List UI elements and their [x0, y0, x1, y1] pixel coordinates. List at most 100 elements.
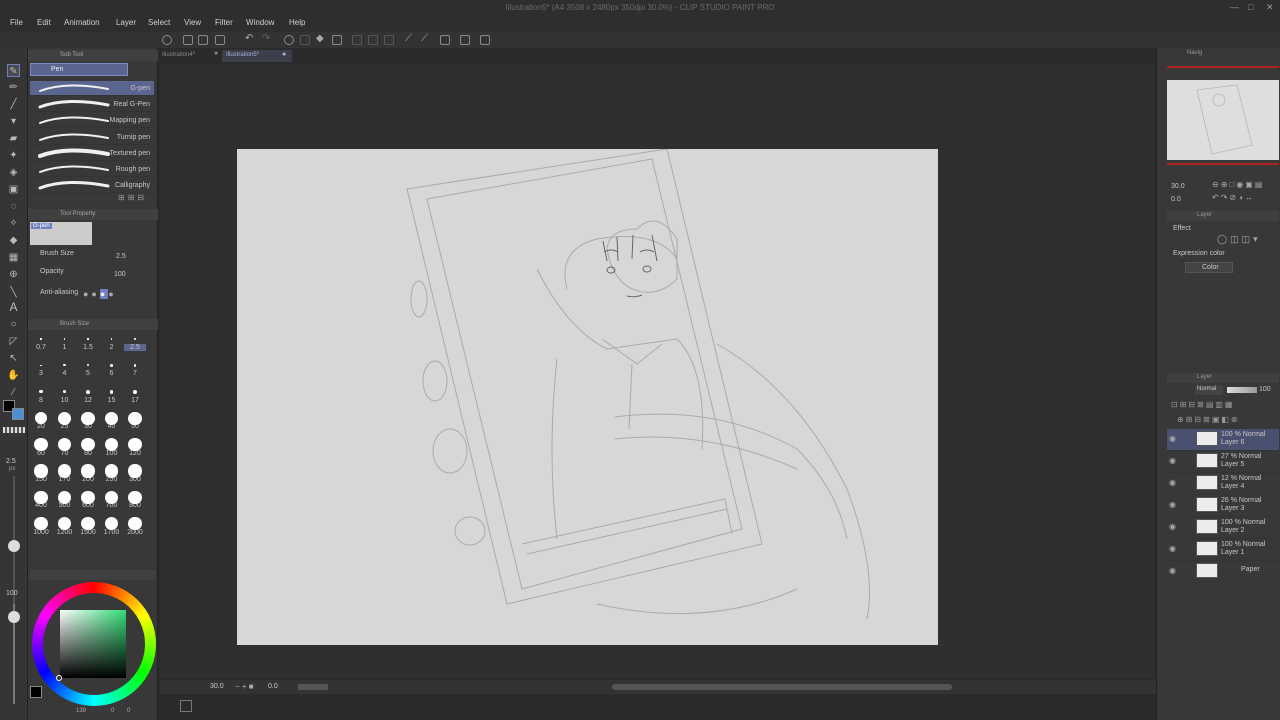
blend-tool-icon[interactable]: ◈ [7, 166, 20, 179]
brush-size-cell[interactable]: 1 [54, 344, 76, 351]
toggle-panel-icon[interactable] [180, 700, 192, 712]
eye-icon[interactable]: ◉ [1169, 566, 1176, 575]
brush-size-dot[interactable] [86, 364, 90, 367]
tab-close-icon[interactable]: ● [214, 50, 218, 57]
brush-size-dot[interactable] [39, 390, 43, 394]
pen-group-tab[interactable]: Pen [30, 63, 128, 76]
brush-item[interactable]: Calligraphy [30, 178, 154, 194]
brush-size-dot[interactable] [34, 438, 48, 452]
menu-select[interactable]: Select [148, 18, 170, 27]
horizontal-scrollbar[interactable] [612, 684, 952, 690]
new-icon[interactable] [183, 35, 193, 45]
brush-size-dot[interactable] [128, 464, 142, 478]
menu-filter[interactable]: Filter [215, 18, 233, 27]
save-icon[interactable] [215, 35, 225, 45]
brush-size-dot[interactable] [128, 490, 142, 504]
crop-icon[interactable] [384, 35, 394, 45]
brush-item[interactable]: G-pen [30, 81, 154, 96]
brush-size-dot[interactable] [128, 517, 142, 531]
navigator-zoom[interactable]: 30.0 [1171, 183, 1185, 190]
brush-size-cell[interactable]: 2 [101, 344, 123, 351]
brush-size-dot[interactable] [81, 438, 95, 452]
navigator-tab[interactable]: Navig [1187, 50, 1202, 56]
brush-size-dot[interactable] [57, 464, 72, 478]
menu-view[interactable]: View [184, 18, 201, 27]
menu-edit[interactable]: Edit [37, 18, 51, 27]
layer-actions-icons[interactable]: ⊕⊞⊟⊠▣◧⊗ [1177, 415, 1240, 424]
layer-row[interactable]: ◉ 26 % Normal Layer 3 [1167, 495, 1279, 517]
decoration-tool-icon[interactable]: ✦ [7, 149, 20, 162]
brush-size-cell[interactable]: 3 [30, 370, 52, 377]
brush-size-dot[interactable] [34, 464, 48, 478]
layer-row[interactable]: ◉ Paper [1167, 561, 1279, 583]
drawing-canvas[interactable] [237, 149, 938, 645]
brush-item[interactable]: Rough pen [30, 162, 154, 177]
lasso-tool-icon[interactable]: ◌ [7, 200, 20, 213]
brush-size-dot[interactable] [132, 389, 138, 394]
eye-icon[interactable]: ◉ [1169, 478, 1176, 487]
effect-icons[interactable]: ◯◫◫▾ [1217, 234, 1261, 245]
status-angle[interactable]: 0.0 [268, 683, 278, 690]
vertical-scrollbar[interactable] [1146, 64, 1154, 678]
zoom-tool-icon[interactable]: ⊕ [7, 268, 20, 281]
ellipse-tool-icon[interactable]: ○ [7, 318, 20, 331]
pencil-tool-icon[interactable]: ✏ [7, 81, 20, 94]
brush-size-dot[interactable] [81, 490, 95, 504]
layers-tab[interactable]: Layer [1197, 374, 1212, 380]
brush-size-cell[interactable]: 8 [30, 397, 52, 404]
brush-size-cell[interactable]: 20 [30, 423, 52, 430]
brush-size-dot[interactable] [109, 389, 114, 394]
brush-item[interactable]: Real G-Pen [30, 97, 154, 113]
brush-size-cell[interactable]: 10 [54, 397, 76, 404]
eye-icon[interactable]: ◉ [1169, 500, 1176, 509]
opacity-slider-thumb[interactable] [8, 611, 20, 623]
fill-tool-icon[interactable]: ◆ [7, 234, 20, 247]
layer-opacity-field[interactable]: 100 [1259, 386, 1271, 393]
opacity-field[interactable]: 100 [114, 271, 126, 278]
brush-size-cell[interactable]: 2.5 [124, 344, 146, 351]
brush-size-dot[interactable] [63, 364, 66, 367]
settings-icon[interactable] [480, 35, 490, 45]
navigator-rotate-controls[interactable]: ↶↷⊘◑↔ [1212, 193, 1255, 202]
brush-size-field[interactable]: 2.5 [116, 253, 126, 260]
eye-icon[interactable]: ◉ [1169, 434, 1176, 443]
brush-size-dot[interactable] [34, 517, 48, 531]
antialias-options[interactable]: ●●●● [83, 289, 117, 299]
selection-tool-icon[interactable]: ▣ [7, 183, 20, 196]
status-zoom[interactable]: 30.0 [210, 683, 224, 690]
angle-slider[interactable] [298, 684, 328, 690]
layer-row[interactable]: ◉ 27 % Normal Layer 5 [1167, 451, 1279, 473]
brush-size-dot[interactable] [63, 338, 66, 340]
brush-size-cell[interactable]: 5 [77, 370, 99, 377]
navigator-preview[interactable] [1167, 80, 1279, 160]
brush-size-cell[interactable]: 4 [54, 370, 76, 377]
brush-size-dot[interactable] [81, 464, 95, 478]
brush-size-dot[interactable] [87, 338, 89, 340]
blend-mode-select[interactable]: Normal [1195, 386, 1223, 395]
hand-tool-icon[interactable]: ✋ [7, 369, 20, 382]
text-tool-icon[interactable]: A [7, 301, 20, 314]
brush-size-dot[interactable] [34, 490, 48, 504]
tab-illustration4[interactable]: Illustration4* [158, 50, 218, 62]
tab-active-close-icon[interactable]: ● [282, 51, 286, 58]
brush-tool-icon[interactable]: ╱ [7, 98, 20, 111]
brush-size-dot[interactable] [134, 338, 136, 340]
expression-color-select[interactable]: Color [1185, 262, 1233, 273]
brush-size-dot[interactable] [133, 364, 137, 367]
brush-size-cell[interactable]: 0.7 [30, 344, 52, 351]
fill-icon[interactable]: ◆ [316, 33, 326, 44]
brush-size-dot[interactable] [57, 490, 72, 504]
color-picker-handle[interactable] [56, 675, 62, 681]
brush-size-cell[interactable]: 6 [101, 370, 123, 377]
brush-size-dot[interactable] [40, 338, 42, 340]
open-icon[interactable] [198, 35, 208, 45]
layer-row[interactable]: ◉ 100 % Normal Layer 2 [1167, 517, 1279, 539]
menu-animation[interactable]: Animation [64, 18, 100, 27]
brush-item[interactable]: Textured pen [30, 146, 154, 161]
brush-size-dot[interactable] [40, 364, 42, 367]
line-tool-icon[interactable]: ╲ [7, 286, 20, 299]
layer-row[interactable]: ◉ 100 % Normal Layer 1 [1167, 539, 1279, 561]
transform-icon[interactable] [332, 35, 342, 45]
eye-icon[interactable]: ◉ [1169, 456, 1176, 465]
deselect-icon[interactable] [352, 35, 362, 45]
